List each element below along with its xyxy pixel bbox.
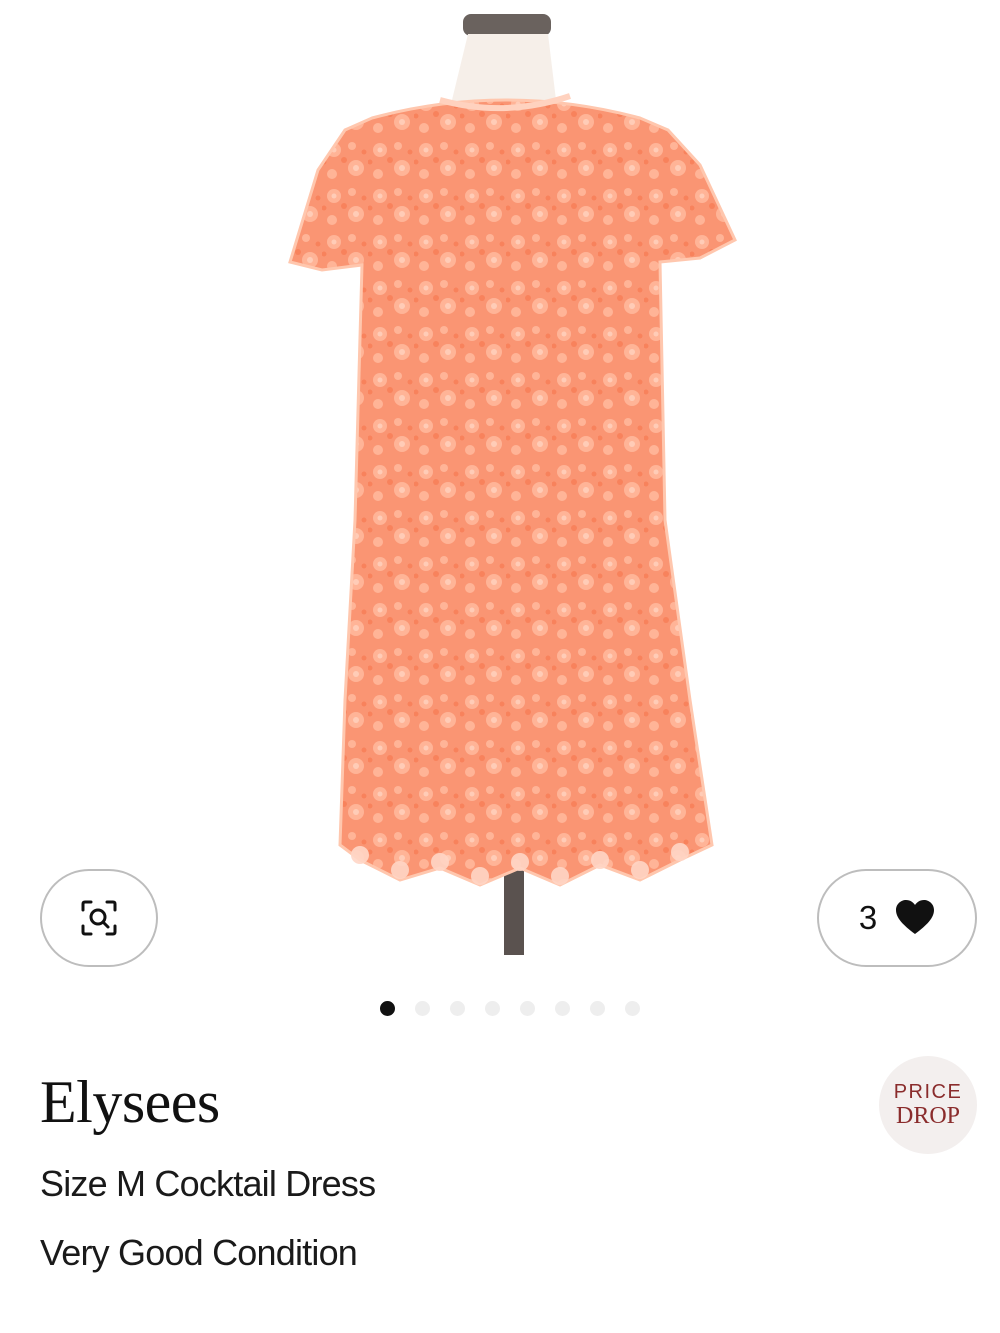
price-drop-line1: PRICE [893,1081,963,1103]
gallery-dot[interactable] [485,1001,500,1016]
gallery-dot[interactable] [555,1001,570,1016]
product-photo [288,14,737,955]
product-image-gallery[interactable]: 3 [0,0,1000,1000]
gallery-dot[interactable] [415,1001,430,1016]
gallery-dot[interactable] [625,1001,640,1016]
product-subtitle: Size M Cocktail Dress [40,1163,376,1204]
brand-name[interactable]: Elysees [40,1068,220,1137]
gallery-dot[interactable] [590,1001,605,1016]
zoom-button[interactable] [40,869,158,967]
price-drop-line2: DROP [895,1103,961,1129]
product-condition: Very Good Condition [40,1232,358,1273]
gallery-dot[interactable] [380,1001,395,1016]
gallery-dot[interactable] [450,1001,465,1016]
gallery-dot[interactable] [520,1001,535,1016]
gallery-pagination [380,1001,660,1016]
zoom-scan-icon [81,900,117,936]
heart-icon [896,900,935,934]
price-drop-badge: PRICE DROP [879,1056,977,1154]
like-button[interactable]: 3 [817,869,977,967]
like-count: 3 [858,899,878,936]
